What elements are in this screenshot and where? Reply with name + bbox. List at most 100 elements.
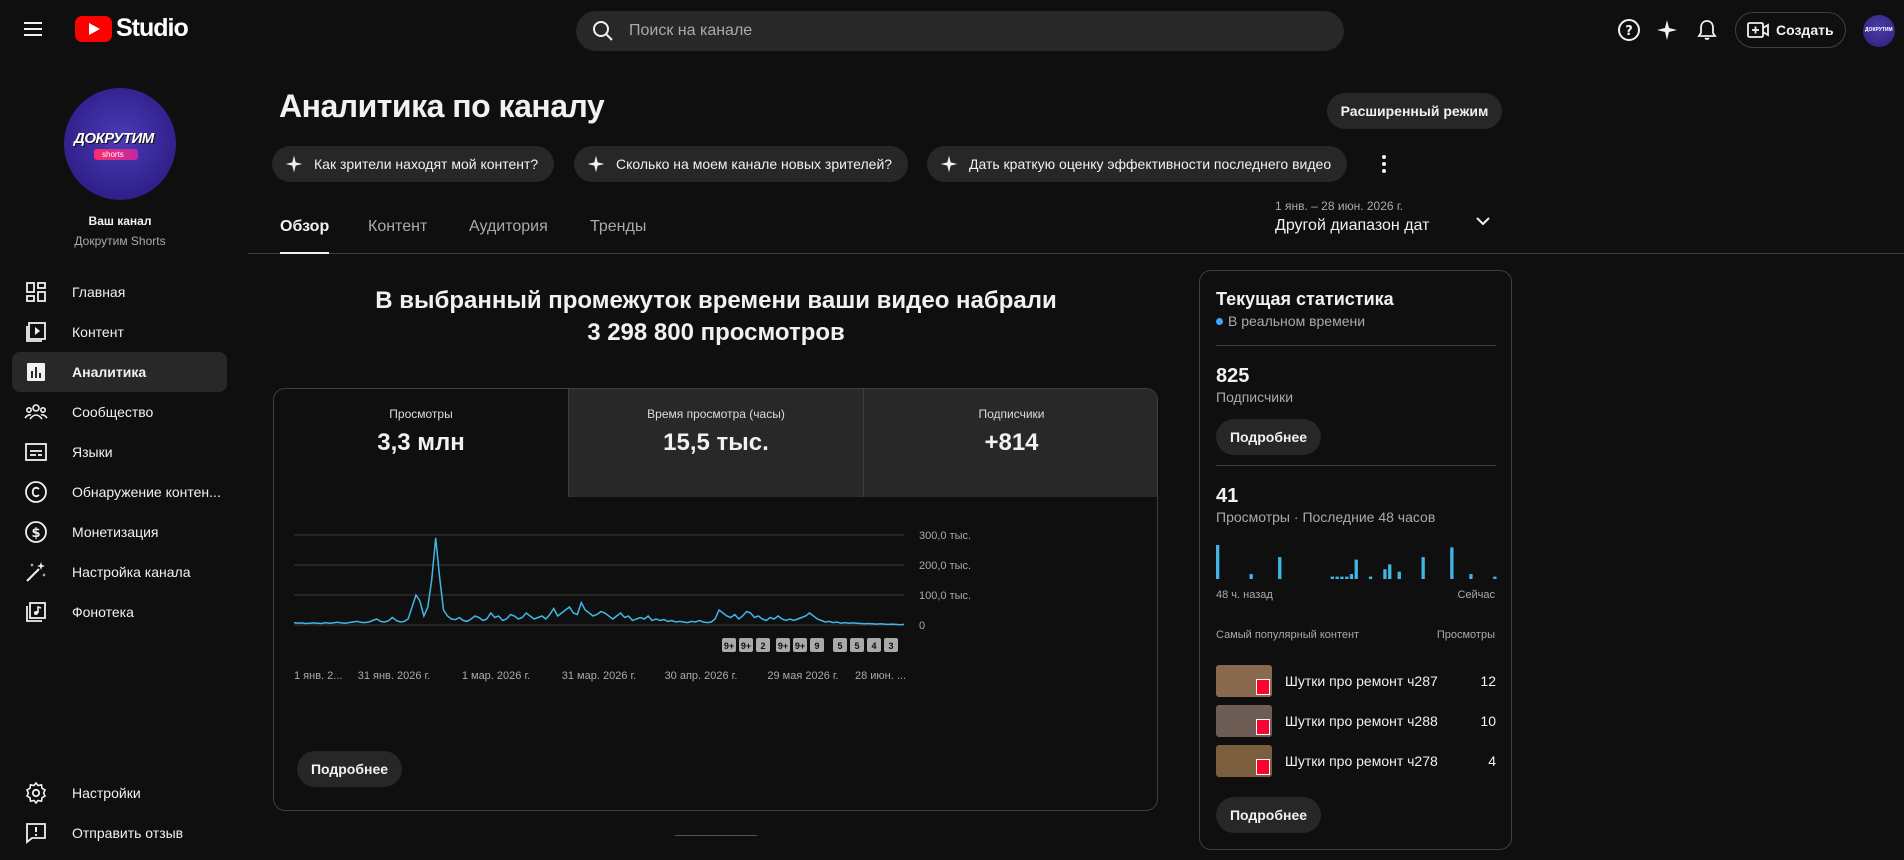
marker-label: 9+: [778, 641, 788, 651]
suggestion-chip-discovery[interactable]: Как зрители находят мой контент?: [272, 146, 555, 182]
advanced-mode-button[interactable]: Расширенный режим: [1327, 93, 1502, 129]
top-content-item[interactable]: Шутки про ремонт ч288 10: [1216, 705, 1496, 737]
sparkle-icon[interactable]: [1655, 18, 1679, 42]
realtime-bar[interactable]: [1330, 576, 1334, 579]
top-content-item[interactable]: Шутки про ремонт ч287 12: [1216, 665, 1496, 697]
menu-icon[interactable]: [22, 18, 46, 42]
tab-overview[interactable]: Обзор: [280, 218, 330, 254]
y-tick-label: 100,0 тыс.: [919, 590, 971, 602]
metric-label: Время просмотра (часы): [647, 407, 785, 421]
create-button[interactable]: Создать: [1735, 12, 1846, 48]
marker-label: 5: [837, 641, 842, 651]
video-publish-marker[interactable]: 3: [884, 638, 898, 652]
bell-icon[interactable]: [1695, 18, 1719, 42]
marker-label: 9+: [741, 641, 751, 651]
gear-icon: [25, 781, 47, 805]
dashboard-icon: [26, 282, 46, 302]
realtime-bar[interactable]: [1383, 569, 1387, 579]
suggestion-chip-new-viewers[interactable]: Сколько на моем канале новых зрителей?: [574, 146, 909, 182]
top-content-details-button[interactable]: Подробнее: [1216, 797, 1321, 833]
sidebar-item-feedback[interactable]: Отправить отзыв: [12, 813, 227, 853]
suggestion-chip-last-video[interactable]: Дать краткую оценку эффективности послед…: [927, 146, 1348, 182]
video-publish-marker[interactable]: 9+: [722, 638, 736, 652]
sidebar-item-label: Главная: [72, 284, 126, 300]
sidebar-item-analytics[interactable]: Аналитика: [12, 352, 227, 392]
sidebar-item-content-detection[interactable]: Обнаружение контен...: [12, 472, 227, 512]
divider: [1216, 345, 1496, 346]
marker-label: 2: [760, 641, 765, 651]
search-box[interactable]: [576, 11, 1344, 51]
sidebar-item-languages[interactable]: Языки: [12, 432, 227, 472]
avatar-title: ДОКРУТИМ: [74, 130, 154, 147]
tab-trends[interactable]: Тренды: [590, 218, 646, 254]
sidebar-item-audio-library[interactable]: Фонотека: [12, 592, 227, 632]
realtime-details-button[interactable]: Подробнее: [1216, 419, 1321, 455]
realtime-live-label: В реальном времени: [1228, 313, 1366, 329]
metric-label: Просмотры: [389, 407, 453, 421]
metric-value: +814: [984, 429, 1039, 456]
realtime-bar[interactable]: [1421, 557, 1425, 579]
realtime-bar[interactable]: [1340, 576, 1344, 579]
realtime-bar[interactable]: [1345, 576, 1349, 579]
metric-label: Подписчики: [978, 407, 1045, 421]
realtime-bar[interactable]: [1335, 576, 1339, 579]
metric-subscribers[interactable]: Подписчики +814: [863, 389, 1157, 497]
realtime-bar[interactable]: [1388, 564, 1392, 579]
content-icon: [26, 322, 46, 342]
video-publish-marker[interactable]: 4: [867, 638, 881, 652]
metric-watch-time[interactable]: Время просмотра (часы) 15,5 тыс.: [568, 389, 863, 497]
realtime-bar[interactable]: [1368, 576, 1373, 579]
date-range-picker[interactable]: 1 янв. – 28 июн. 2026 г. Другой диапазон…: [1275, 199, 1505, 239]
video-publish-marker[interactable]: 9+: [776, 638, 790, 652]
x-tick-label: 31 мар. 2026 г.: [562, 670, 636, 682]
sidebar-item-community[interactable]: Сообщество: [12, 392, 227, 432]
video-publish-marker[interactable]: 9+: [739, 638, 753, 652]
sidebar-item-content[interactable]: Контент: [12, 312, 227, 352]
video-title: Шутки про ремонт ч287: [1285, 673, 1438, 689]
sidebar-item-settings[interactable]: Настройки: [12, 773, 227, 813]
tab-audience[interactable]: Аудитория: [469, 218, 548, 254]
more-vert-icon[interactable]: [1372, 152, 1396, 176]
views-series-line[interactable]: [293, 537, 905, 626]
realtime-bar[interactable]: [1469, 574, 1473, 579]
sidebar-item-customization[interactable]: Настройка канала: [12, 552, 227, 592]
dollar-icon: $: [25, 521, 47, 543]
realtime-bar[interactable]: [1397, 571, 1401, 579]
realtime-bar[interactable]: [1278, 557, 1282, 579]
realtime-bar[interactable]: [1349, 574, 1354, 579]
sidebar-item-label: Сообщество: [72, 404, 154, 420]
page-title: Аналитика по каналу: [279, 88, 605, 124]
video-publish-marker[interactable]: 5: [850, 638, 864, 652]
realtime-bar[interactable]: [1216, 545, 1220, 579]
marker-label: 4: [871, 641, 876, 651]
shorts-badge-icon: [1256, 759, 1270, 775]
x-tick-label: 28 июн. ...: [855, 670, 906, 682]
video-publish-marker[interactable]: 9: [810, 638, 824, 652]
video-publish-marker[interactable]: 9+: [793, 638, 807, 652]
realtime-bar[interactable]: [1354, 559, 1358, 579]
realtime-bar[interactable]: [1249, 574, 1253, 579]
search-input[interactable]: [629, 22, 1309, 40]
sidebar-item-monetization[interactable]: $ Монетизация: [12, 512, 227, 552]
video-publish-marker[interactable]: 5: [833, 638, 847, 652]
video-publish-marker[interactable]: 2: [756, 638, 770, 652]
community-icon: [24, 404, 48, 420]
details-button[interactable]: Подробнее: [297, 751, 402, 787]
account-avatar[interactable]: ДОКРУТИМ: [1863, 15, 1895, 47]
x-tick-label: 1 мар. 2026 г.: [462, 670, 530, 682]
help-icon[interactable]: ?: [1617, 18, 1641, 42]
top-content-metric: Просмотры: [1436, 629, 1495, 641]
marker-label: 3: [888, 641, 893, 651]
realtime-bar[interactable]: [1450, 547, 1454, 579]
top-content-item[interactable]: Шутки про ремонт ч278 4: [1216, 745, 1496, 777]
video-thumbnail: [1216, 705, 1272, 737]
sidebar-item-dashboard[interactable]: Главная: [12, 272, 227, 312]
realtime-bar[interactable]: [1493, 576, 1497, 579]
marker-label: 5: [854, 641, 859, 651]
metric-views[interactable]: Просмотры 3,3 млн: [274, 389, 568, 497]
channel-avatar[interactable]: ДОКРУТИМ shorts: [64, 88, 176, 200]
channel-name: Докрутим Shorts: [74, 234, 166, 248]
tab-content[interactable]: Контент: [368, 218, 427, 254]
sidebar-item-label: Настройки: [72, 785, 141, 801]
youtube-studio-logo[interactable]: Studio: [75, 14, 189, 43]
